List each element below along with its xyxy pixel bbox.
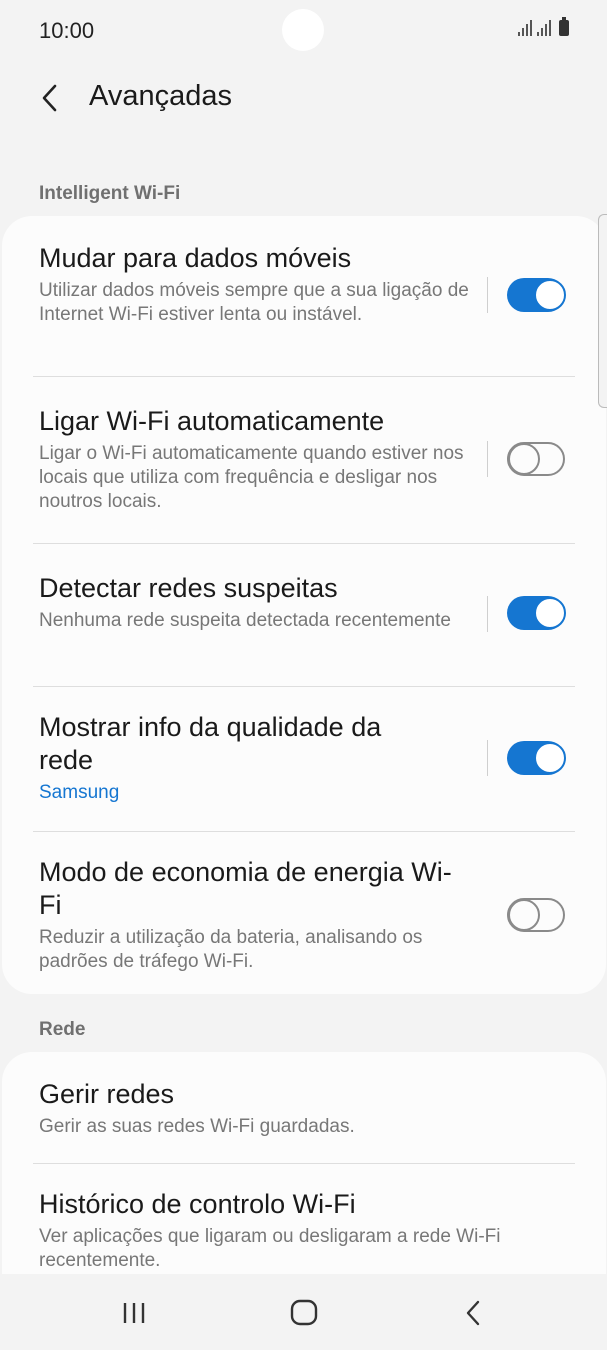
setting-title: Ligar Wi-Fi automaticamente bbox=[39, 406, 385, 436]
network-item-title: Histórico de controlo Wi-Fi bbox=[39, 1189, 356, 1219]
battery-icon bbox=[559, 17, 569, 36]
power-saving-toggle[interactable] bbox=[507, 898, 565, 932]
network-quality-toggle[interactable] bbox=[507, 741, 566, 775]
setting-row-mobile-data[interactable]: Mudar para dados móveis Utilizar dados m… bbox=[33, 216, 575, 377]
toggle-knob bbox=[534, 742, 566, 774]
row-divider bbox=[487, 596, 488, 632]
status-time: 10:00 bbox=[39, 18, 95, 43]
toggle-knob bbox=[508, 443, 540, 475]
toggle-knob bbox=[534, 597, 566, 629]
back-icon bbox=[466, 1300, 480, 1326]
camera-cutout bbox=[282, 9, 324, 51]
page-title: Avançadas bbox=[89, 80, 232, 112]
recent-apps-icon bbox=[123, 1303, 145, 1323]
nav-back-button[interactable] bbox=[444, 1288, 504, 1338]
network-row-history[interactable]: Histórico de controlo Wi-Fi Ver aplicaçõ… bbox=[33, 1164, 575, 1274]
setting-description: Ligar o Wi-Fi automaticamente quando est… bbox=[39, 443, 464, 512]
signal-icon bbox=[537, 20, 551, 36]
setting-title: Modo de economia de energia Wi-Fi bbox=[39, 857, 452, 920]
setting-subtitle-link[interactable]: Samsung bbox=[39, 781, 479, 805]
toggle-knob bbox=[508, 899, 540, 931]
suspicious-networks-toggle[interactable] bbox=[507, 596, 566, 630]
section-label-intelligent-wifi: Intelligent Wi-Fi bbox=[39, 183, 181, 204]
auto-wifi-toggle[interactable] bbox=[507, 442, 565, 476]
network-item-description: Ver aplicações que ligaram ou desligaram… bbox=[39, 1226, 501, 1271]
network-item-title: Gerir redes bbox=[39, 1079, 175, 1109]
header: Avançadas bbox=[0, 70, 607, 130]
back-button[interactable] bbox=[30, 78, 70, 118]
row-divider bbox=[487, 277, 488, 313]
intelligent-wifi-card: Mudar para dados móveis Utilizar dados m… bbox=[2, 216, 606, 994]
network-row-manage[interactable]: Gerir redes Gerir as suas redes Wi-Fi gu… bbox=[33, 1052, 575, 1164]
setting-row-network-quality[interactable]: Mostrar info da qualidade da rede Samsun… bbox=[33, 687, 575, 832]
setting-row-suspicious-networks[interactable]: Detectar redes suspeitas Nenhuma rede su… bbox=[33, 544, 575, 687]
recent-apps-button[interactable] bbox=[104, 1288, 164, 1338]
row-divider bbox=[487, 740, 488, 776]
row-divider bbox=[487, 441, 488, 477]
setting-row-auto-wifi[interactable]: Ligar Wi-Fi automaticamente Ligar o Wi-F… bbox=[33, 377, 575, 544]
setting-title: Detectar redes suspeitas bbox=[39, 573, 338, 603]
home-icon bbox=[290, 1299, 318, 1326]
scrollbar[interactable] bbox=[598, 214, 607, 408]
network-item-description: Gerir as suas redes Wi-Fi guardadas. bbox=[39, 1116, 355, 1137]
back-arrow-icon bbox=[42, 84, 57, 112]
status-icons bbox=[518, 17, 569, 36]
section-label-network: Rede bbox=[39, 1019, 86, 1040]
setting-description: Reduzir a utilização da bateria, analisa… bbox=[39, 927, 423, 972]
status-bar: 10:00 bbox=[0, 0, 607, 62]
network-card: Gerir redes Gerir as suas redes Wi-Fi gu… bbox=[2, 1052, 606, 1274]
setting-description: Nenhuma rede suspeita detectada recentem… bbox=[39, 610, 451, 631]
signal-icon bbox=[518, 20, 532, 36]
setting-title: Mudar para dados móveis bbox=[39, 243, 352, 273]
navigation-bar bbox=[0, 1274, 607, 1350]
setting-description: Utilizar dados móveis sempre que a sua l… bbox=[39, 280, 469, 325]
setting-row-power-saving[interactable]: Modo de economia de energia Wi-Fi Reduzi… bbox=[33, 832, 575, 998]
toggle-knob bbox=[534, 279, 566, 311]
setting-title: Mostrar info da qualidade da rede bbox=[39, 712, 382, 775]
mobile-data-toggle[interactable] bbox=[507, 278, 566, 312]
home-button[interactable] bbox=[274, 1288, 334, 1338]
